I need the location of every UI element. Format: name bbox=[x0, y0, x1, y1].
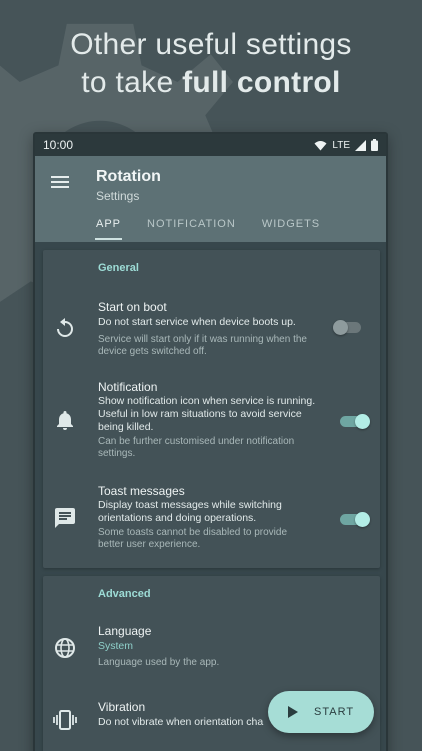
tab-app[interactable]: APP bbox=[83, 211, 134, 240]
wifi-icon bbox=[314, 140, 327, 150]
vibration-icon bbox=[53, 710, 77, 730]
setting-note: Can be further customised under notifica… bbox=[98, 436, 295, 459]
setting-language[interactable]: Language System Language used by the app… bbox=[43, 620, 380, 678]
restart-icon bbox=[57, 318, 73, 337]
setting-summary: Show notification icon when service is r… bbox=[98, 395, 316, 433]
status-time: 10:00 bbox=[43, 138, 74, 152]
setting-note: Service will start only if it was runnin… bbox=[98, 334, 307, 357]
tab-widgets[interactable]: WIDGETS bbox=[249, 211, 333, 240]
setting-title: Notification bbox=[98, 380, 158, 394]
phone-screen: 10:00 LTE Rotation Settings APP NOTIFICA… bbox=[33, 132, 388, 751]
setting-notification[interactable]: Notification Show notification icon when… bbox=[43, 374, 380, 466]
tab-bar: APP NOTIFICATION WIDGETS bbox=[83, 211, 333, 240]
setting-title: Vibration bbox=[98, 700, 146, 714]
general-settings-card: General Start on boot Do not start servi… bbox=[43, 250, 380, 568]
switch-thumb bbox=[355, 512, 370, 527]
general-section-title: General bbox=[98, 262, 139, 274]
play-icon bbox=[288, 706, 298, 718]
setting-value: System bbox=[98, 640, 134, 652]
setting-start-on-boot[interactable]: Start on boot Do not start service when … bbox=[43, 294, 380, 364]
start-button-label: START bbox=[314, 706, 355, 718]
promo-line-1: Other useful settings bbox=[70, 28, 352, 61]
status-bar: 10:00 LTE bbox=[35, 134, 386, 156]
notification-switch[interactable] bbox=[340, 414, 370, 429]
switch-thumb bbox=[333, 320, 348, 335]
setting-title: Language bbox=[98, 624, 152, 638]
setting-summary: Do not start service when device boots u… bbox=[98, 316, 296, 328]
switch-thumb bbox=[355, 414, 370, 429]
setting-toast-messages[interactable]: Toast messages Display toast messages wh… bbox=[43, 482, 380, 560]
promo-line-2: to take full control bbox=[0, 64, 422, 102]
promo-headline: Other useful settings to take full contr… bbox=[0, 26, 422, 102]
start-on-boot-switch[interactable] bbox=[333, 320, 363, 335]
app-subtitle: Settings bbox=[96, 189, 140, 203]
setting-summary: Display toast messages while switching o… bbox=[98, 499, 282, 524]
message-icon bbox=[55, 508, 75, 528]
advanced-section-title: Advanced bbox=[98, 588, 151, 600]
globe-icon bbox=[55, 638, 75, 658]
status-icons: LTE bbox=[314, 139, 378, 151]
promo-line-2-bold: full control bbox=[182, 66, 341, 99]
network-type-label: LTE bbox=[332, 139, 350, 151]
hamburger-menu-icon[interactable] bbox=[49, 172, 71, 192]
bell-icon bbox=[57, 411, 73, 430]
start-button[interactable]: START bbox=[268, 691, 374, 733]
setting-note: Some toasts cannot be disabled to provid… bbox=[98, 527, 288, 550]
app-title: Rotation bbox=[96, 168, 161, 185]
tab-notification[interactable]: NOTIFICATION bbox=[134, 211, 249, 240]
app-bar: Rotation Settings APP NOTIFICATION WIDGE… bbox=[35, 156, 386, 242]
signal-icon bbox=[355, 139, 366, 151]
toast-messages-switch[interactable] bbox=[340, 512, 370, 527]
battery-icon bbox=[371, 139, 378, 151]
setting-title: Start on boot bbox=[98, 300, 167, 314]
setting-title: Toast messages bbox=[98, 484, 185, 498]
promo-line-2-prefix: to take bbox=[81, 66, 183, 99]
setting-note: Language used by the app. bbox=[98, 657, 220, 668]
